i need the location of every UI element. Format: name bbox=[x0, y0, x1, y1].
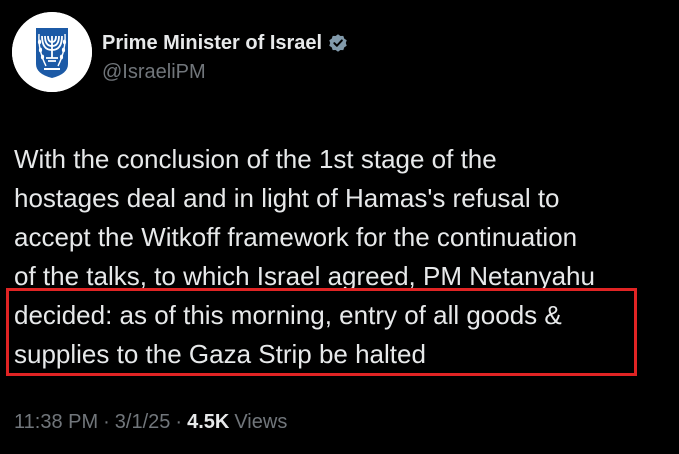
tweet-time[interactable]: 11:38 PM bbox=[14, 411, 98, 434]
account-handle[interactable]: @IsraeliPM bbox=[102, 61, 206, 84]
tweet-line: accept the Witkoff framework for the con… bbox=[14, 222, 578, 252]
tweet-line: With the conclusion of the 1st stage of … bbox=[14, 144, 497, 174]
views-count[interactable]: 4.5K bbox=[187, 411, 229, 434]
meta-separator: · bbox=[103, 411, 110, 433]
views-label: Views bbox=[234, 411, 288, 433]
tweet-text: With the conclusion of the 1st stage of … bbox=[14, 140, 674, 374]
tweet-date[interactable]: 3/1/25 bbox=[115, 411, 171, 434]
menorah-emblem-icon bbox=[12, 12, 92, 92]
display-name[interactable]: Prime Minister of Israel bbox=[102, 32, 322, 55]
tweet-line: supplies to the Gaza Strip be halted bbox=[14, 339, 426, 369]
tweet-line: of the talks, to which Israel agreed, PM… bbox=[14, 261, 595, 291]
tweet-line: hostages deal and in light of Hamas's re… bbox=[14, 183, 560, 213]
tweet-line: decided: as of this morning, entry of al… bbox=[14, 300, 562, 330]
tweet-meta: 11:38 PM · 3/1/25 · 4.5K Views bbox=[14, 411, 287, 434]
avatar[interactable] bbox=[12, 12, 92, 92]
meta-separator: · bbox=[175, 411, 183, 433]
author-header: Prime Minister of Israel bbox=[102, 30, 349, 56]
verified-badge-icon[interactable] bbox=[327, 32, 349, 54]
